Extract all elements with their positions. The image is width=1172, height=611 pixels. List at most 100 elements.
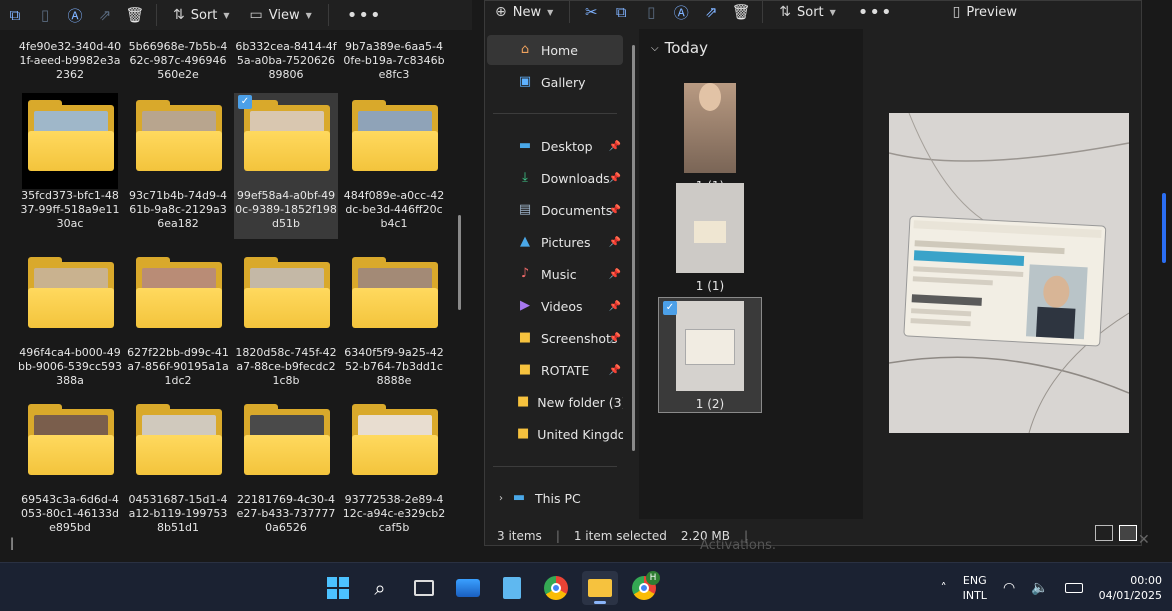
chevron-right-icon[interactable]: › [499,493,503,504]
folder-icon [346,93,442,189]
file-name: 22181769-4c30-4e27-b433-7377770a6526 [236,493,336,534]
list-item[interactable]: 4fe90e32-340d-401f-aeed-b9982e3a2362 [18,0,122,90]
list-item[interactable]: 35fcd373-bfc1-4837-99ff-518a9e1130ac [18,93,122,239]
nav-item-gallery[interactable]: ▣ Gallery [487,67,623,97]
pin-icon[interactable]: 📌 [609,173,621,184]
nav-item-rotate[interactable]: ■ ROTATE 📌 [487,355,623,385]
chevron-up-icon[interactable]: ˄ [941,581,947,595]
task-view-button[interactable] [406,571,442,605]
pin-icon[interactable]: 📌 [609,269,621,280]
folder-icon: ■ [517,394,530,409]
tiles-view-icon[interactable] [1119,525,1137,541]
status-divider: | [555,529,560,543]
pin-icon[interactable]: 📌 [609,333,621,344]
windows-logo-icon [327,577,349,599]
list-item[interactable]: 93c71b4b-74d9-461b-9a8c-2129a36ea182 [126,93,230,239]
status-bar: | [10,536,15,550]
list-item[interactable]: ✓ 99ef58a4-a0bf-490c-9389-1852f198d51b [234,93,338,239]
nav-item-downloads[interactable]: ⤓ Downloads 📌 [487,163,623,193]
nav-label: This PC [535,490,581,506]
search-icon: ⌕ [374,576,386,600]
start-button[interactable] [320,571,356,605]
group-header[interactable]: ⌵ Today [651,39,708,57]
list-item[interactable]: 6b332cea-8414-4f5a-a0ba-752062689806 [234,0,338,90]
notepad-app[interactable] [494,571,530,605]
nav-item-pictures[interactable]: ▲ Pictures 📌 [487,227,623,257]
nav-label: Desktop [541,138,593,154]
list-item[interactable]: 04531687-15d1-4a12-b119-1997538b51d1 [126,397,230,543]
copy-icon[interactable]: ⧉ [606,1,636,23]
list-item[interactable]: 6340f5f9-9a25-4252-b764-7b3dd1c8888e [342,250,446,396]
file-name: 04531687-15d1-4a12-b119-1997538b51d1 [128,493,228,534]
nav-item-documents[interactable]: ▤ Documents 📌 [487,195,623,225]
chrome-profile-app[interactable]: H [626,571,662,605]
list-item[interactable]: ✓ 1 (2) [658,297,762,413]
nav-item-united-kingdom[interactable]: ■ United Kingdom [487,419,623,449]
task-view-icon [414,580,434,596]
battery-icon[interactable] [1064,583,1083,593]
nav-item-home[interactable]: ⌂ Home [487,35,623,65]
list-item[interactable]: 69543c3a-6d6d-4053-80c1-46133de895bd [18,397,122,543]
scrollbar-thumb[interactable] [458,215,461,310]
profile-badge: H [646,571,660,585]
preview-pane-icon: ▯ [952,4,961,20]
clock-date: 04/01/2025 [1098,589,1162,602]
status-selected: 1 item selected [573,529,667,543]
delete-icon[interactable]: 🗑 [726,1,756,23]
sort-label: Sort [796,4,824,20]
cut-icon[interactable]: ✂ [576,1,606,23]
nav-item-music[interactable]: ♪ Music 📌 [487,259,623,289]
list-item[interactable]: 496f4ca4-b000-49bb-9006-539cc593388a [18,250,122,396]
list-item[interactable]: 1 (1) [658,183,762,293]
nav-item-this-pc[interactable]: › ▬ This PC [487,483,623,513]
nav-item-new-folder[interactable]: ■ New folder (3) [487,387,623,417]
search-button[interactable]: ⌕ [362,571,398,605]
pin-icon[interactable]: 📌 [609,141,621,152]
right-toolbar: ⊕ New ▼ ✂ ⧉ ▯ Ⓐ ⇗ 🗑 ⇅ Sort ▼ ••• ▯ Previ… [485,1,1141,23]
folder-icon [22,250,118,346]
new-button[interactable]: ⊕ New ▼ [485,1,563,23]
preview-pane [865,29,1141,519]
volume-icon[interactable]: 🔈 [1031,580,1048,596]
file-name: 99ef58a4-a0bf-490c-9389-1852f198d51b [235,189,337,230]
nav-item-screenshots[interactable]: ■ Screenshots 📌 [487,323,623,353]
share-icon[interactable]: ⇗ [696,1,726,23]
scrollbar-thumb[interactable] [632,45,635,451]
nav-item-videos[interactable]: ▶ Videos 📌 [487,291,623,321]
list-item[interactable]: 22181769-4c30-4e27-b433-7377770a6526 [234,397,338,543]
photos-app[interactable] [450,571,486,605]
file-name: 6340f5f9-9a25-4252-b764-7b3dd1c8888e [344,346,444,387]
paste-icon[interactable]: ▯ [636,1,666,23]
sort-button[interactable]: ⇅ Sort ▼ [769,1,846,23]
preview-button[interactable]: ▯ Preview [943,1,1027,23]
chevron-down-icon: ⌵ [651,42,659,54]
file-name: 496f4ca4-b000-49bb-9006-539cc593388a [18,346,122,387]
pin-icon[interactable]: 📌 [609,365,621,376]
more-options-icon[interactable]: ••• [846,2,905,23]
pin-icon[interactable]: 📌 [609,237,621,248]
list-item[interactable]: 5b66968e-7b5b-462c-987c-496946560e2e [126,0,230,90]
details-view-icon[interactable] [1095,525,1113,541]
language-indicator[interactable]: ENG INTL [963,573,987,603]
list-item[interactable]: 627f22bb-d99c-41a7-856f-90195a1a1dc2 [126,250,230,396]
list-item[interactable]: 484f089e-a0cc-42dc-be3d-446ff20cb4c1 [342,93,446,239]
list-item[interactable]: 1 (1) [658,67,762,193]
file-explorer-app[interactable] [582,571,618,605]
rename-icon[interactable]: Ⓐ [666,1,696,23]
list-item[interactable]: 9b7a389e-6aa5-40fe-b19a-7c8346be8fc3 [342,0,446,90]
checkbox-checked-icon[interactable]: ✓ [238,95,252,109]
pin-icon[interactable]: 📌 [609,205,621,216]
system-tray: ˄ ENG INTL ◠ 🔈 00:00 04/01/2025 [941,571,1162,605]
chrome-app[interactable] [538,571,574,605]
folder-icon [346,250,442,346]
list-item[interactable]: 93772538-2e89-412c-a94c-e329cb2caf5b [342,397,446,543]
plus-icon: ⊕ [495,4,507,20]
pin-icon[interactable]: 📌 [609,301,621,312]
active-indicator [594,601,606,604]
nav-label: Gallery [541,74,586,90]
wifi-icon[interactable]: ◠ [1003,580,1015,596]
nav-item-desktop[interactable]: ▬ Desktop 📌 [487,131,623,161]
list-item[interactable]: 1820d58c-745f-42a7-88ce-b9fecdc21c8b [234,250,338,396]
clock[interactable]: 00:00 04/01/2025 [1099,573,1162,603]
checkbox-checked-icon[interactable]: ✓ [663,301,677,315]
